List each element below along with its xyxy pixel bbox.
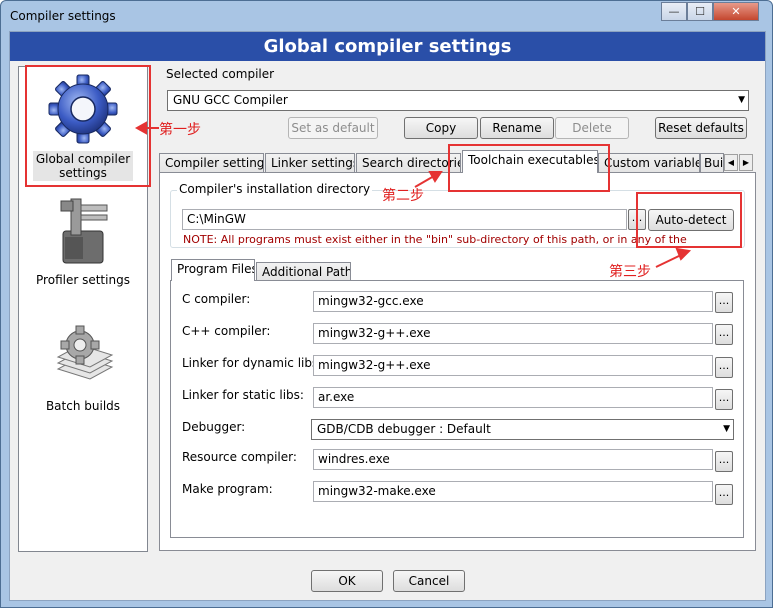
debugger-select-value: GDB/CDB debugger : Default [317, 422, 491, 436]
close-icon: ✕ [731, 5, 741, 18]
batch-builds-icon [56, 325, 114, 380]
annotation-step1-text: 第一步 [159, 122, 201, 138]
compiler-select-value: GNU GCC Compiler [173, 93, 288, 107]
annotation-box-step3 [636, 192, 742, 248]
cpp-compiler-label: C++ compiler: [182, 324, 271, 338]
resource-compiler-label: Resource compiler: [182, 450, 297, 464]
install-dir-label: Compiler's installation directory [177, 182, 373, 196]
set-as-default-button[interactable]: Set as default [288, 117, 378, 139]
title-bar[interactable]: Compiler settings — ☐ ✕ [1, 1, 772, 31]
close-button[interactable]: ✕ [713, 2, 759, 21]
chevron-left-icon: ◀ [727, 158, 735, 167]
install-dir-input[interactable]: C:\MinGW [182, 209, 627, 230]
install-dir-note: NOTE: All programs must exist either in … [183, 233, 687, 246]
static-linker-browse-button[interactable]: ... [715, 389, 733, 410]
cpp-compiler-input[interactable]: mingw32-g++.exe [313, 323, 713, 344]
annotation-step2-text: 第二步 [382, 188, 424, 204]
annotation-box-step1 [25, 65, 151, 187]
sidebar-item-label: Batch builds [45, 399, 121, 413]
make-program-label: Make program: [182, 482, 273, 496]
page-title: Global compiler settings [10, 32, 765, 61]
maximize-button[interactable]: ☐ [687, 2, 713, 21]
sidebar-item-label: Profiler settings [36, 273, 130, 287]
reset-defaults-button[interactable]: Reset defaults [655, 117, 747, 139]
tab-search-directories[interactable]: Search directories [356, 153, 461, 173]
cancel-button[interactable]: Cancel [393, 570, 465, 592]
tab-build-options[interactable]: Bui [700, 153, 724, 173]
compiler-select[interactable]: GNU GCC Compiler ▼ [167, 90, 749, 111]
tab-program-files[interactable]: Program Files [171, 259, 255, 281]
chevron-down-icon: ▼ [738, 95, 745, 105]
c-compiler-input[interactable]: mingw32-gcc.exe [313, 291, 713, 312]
resource-compiler-input[interactable]: windres.exe [313, 449, 713, 470]
c-compiler-label: C compiler: [182, 292, 251, 306]
sidebar-item-batch-builds[interactable]: Batch builds [19, 325, 147, 413]
debugger-label: Debugger: [182, 420, 246, 434]
tab-additional-paths[interactable]: Additional Paths [256, 262, 351, 281]
sidebar-item-profiler-settings[interactable]: Profiler settings [19, 191, 147, 287]
tab-toolchain-executables[interactable]: Toolchain executables [462, 150, 598, 173]
annotation-step3-text: 第三步 [609, 264, 651, 280]
chevron-down-icon: ▼ [723, 424, 730, 434]
tab-linker-settings[interactable]: Linker settings [265, 153, 355, 173]
chevron-right-icon: ▶ [742, 158, 750, 167]
cpp-compiler-browse-button[interactable]: ... [715, 324, 733, 345]
dynamic-linker-label: Linker for dynamic libs: [182, 356, 323, 370]
ok-button[interactable]: OK [311, 570, 383, 592]
delete-button[interactable]: Delete [555, 117, 629, 139]
minimize-icon: — [668, 5, 680, 18]
resource-compiler-browse-button[interactable]: ... [715, 451, 733, 472]
selected-compiler-label: Selected compiler [166, 67, 275, 81]
tab-scroll-left-button[interactable]: ◀ [724, 154, 738, 171]
static-linker-label: Linker for static libs: [182, 388, 304, 402]
copy-button[interactable]: Copy [404, 117, 478, 139]
c-compiler-browse-button[interactable]: ... [715, 292, 733, 313]
make-program-input[interactable]: mingw32-make.exe [313, 481, 713, 502]
window-title: Compiler settings [10, 9, 116, 23]
tab-compiler-settings[interactable]: Compiler settings [159, 153, 264, 173]
tab-custom-variables[interactable]: Custom variables [598, 153, 700, 173]
make-program-browse-button[interactable]: ... [715, 484, 733, 505]
debugger-select[interactable]: GDB/CDB debugger : Default ▼ [311, 419, 734, 440]
profiler-icon [60, 198, 108, 264]
rename-button[interactable]: Rename [480, 117, 554, 139]
tab-scroll-right-button[interactable]: ▶ [739, 154, 753, 171]
dynamic-linker-browse-button[interactable]: ... [715, 357, 733, 378]
minimize-button[interactable]: — [661, 2, 687, 21]
maximize-icon: ☐ [695, 5, 705, 18]
dynamic-linker-input[interactable]: mingw32-g++.exe [313, 355, 713, 376]
static-linker-input[interactable]: ar.exe [313, 387, 713, 408]
compiler-settings-window: Compiler settings — ☐ ✕ Global compiler … [0, 0, 773, 608]
